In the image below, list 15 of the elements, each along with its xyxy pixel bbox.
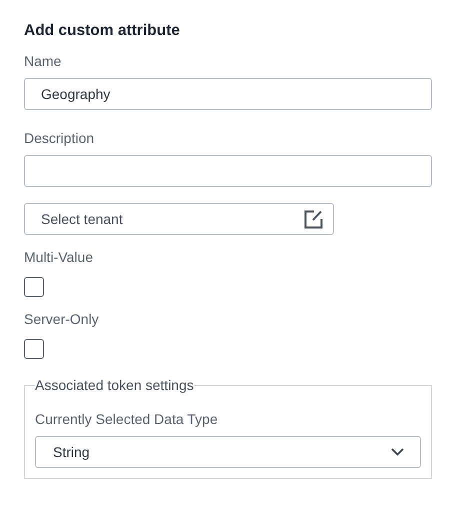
- field-label: Currently Selected Data Type: [35, 411, 219, 427]
- data-type-dropdown[interactable]: String: [35, 436, 421, 468]
- form-title: Add custom attribute: [24, 22, 180, 40]
- name-field[interactable]: Geography: [24, 78, 432, 110]
- field-label: Name: [24, 53, 62, 69]
- tenant-field[interactable]: Select tenant: [24, 203, 334, 235]
- checkbox-label: Server-Only: [24, 311, 99, 327]
- group-legend: Associated token settings: [35, 377, 194, 393]
- field-label: Description: [24, 130, 94, 146]
- description-field[interactable]: [24, 155, 432, 187]
- checkbox[interactable]: [24, 277, 44, 297]
- checkbox-label: Multi-Value: [24, 249, 93, 265]
- edit-icon[interactable]: [304, 210, 323, 229]
- chevron-down-icon: [391, 448, 404, 456]
- checkbox[interactable]: [24, 339, 44, 359]
